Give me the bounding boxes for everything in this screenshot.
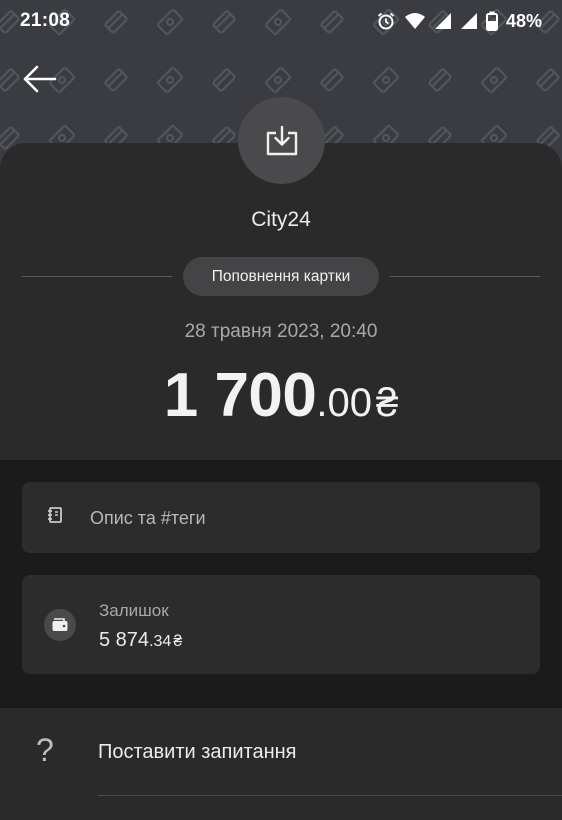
description-label: Опис та #теги — [90, 508, 206, 528]
inbox-download-icon — [266, 125, 297, 155]
transaction-type-badge — [238, 97, 325, 184]
status-icons: 48% — [376, 11, 542, 32]
wallet-icon — [52, 618, 68, 631]
signal-icon — [434, 13, 451, 29]
wifi-icon — [404, 13, 425, 29]
ask-question-label: Поставити запитання — [98, 741, 297, 763]
amount-integer: 1 700 — [163, 361, 317, 430]
signal-icon — [460, 13, 477, 29]
notebook-icon — [48, 507, 62, 523]
question-icon: ? — [36, 732, 54, 768]
amount-currency: ₴ — [376, 381, 399, 425]
balance-card: Залишок 5 874.34 ₴ — [22, 575, 540, 674]
status-time: 21:08 — [20, 10, 71, 31]
merchant-name: City24 — [251, 208, 311, 231]
balance-currency: ₴ — [173, 633, 183, 650]
balance-integer: 5 874 — [99, 629, 150, 651]
status-bar: 21:08 48% — [0, 0, 562, 42]
balance-value: 5 874.34 ₴ — [99, 629, 182, 652]
transaction-amount: 1 700.00 ₴ — [0, 360, 562, 431]
battery-icon — [485, 11, 498, 31]
divider — [22, 276, 172, 277]
description-tags-card[interactable]: Опис та #теги — [22, 482, 540, 553]
balance-decimal: .34 — [149, 633, 172, 650]
ask-question-button[interactable]: ? Поставити запитання — [0, 708, 562, 796]
back-button[interactable] — [18, 58, 60, 100]
amount-decimal: .00 — [316, 381, 372, 425]
divider — [390, 276, 540, 277]
category-chip[interactable]: Поповнення картки — [183, 257, 379, 296]
balance-label: Залишок — [99, 601, 169, 620]
divider — [98, 795, 562, 796]
alarm-icon — [377, 12, 395, 30]
arrow-left-icon — [23, 65, 57, 93]
wallet-badge — [44, 609, 76, 641]
actions-list: ? Поставити запитання — [0, 708, 562, 820]
transaction-datetime: 28 травня 2023, 20:40 — [184, 321, 378, 342]
battery-percent: 48% — [505, 10, 542, 31]
